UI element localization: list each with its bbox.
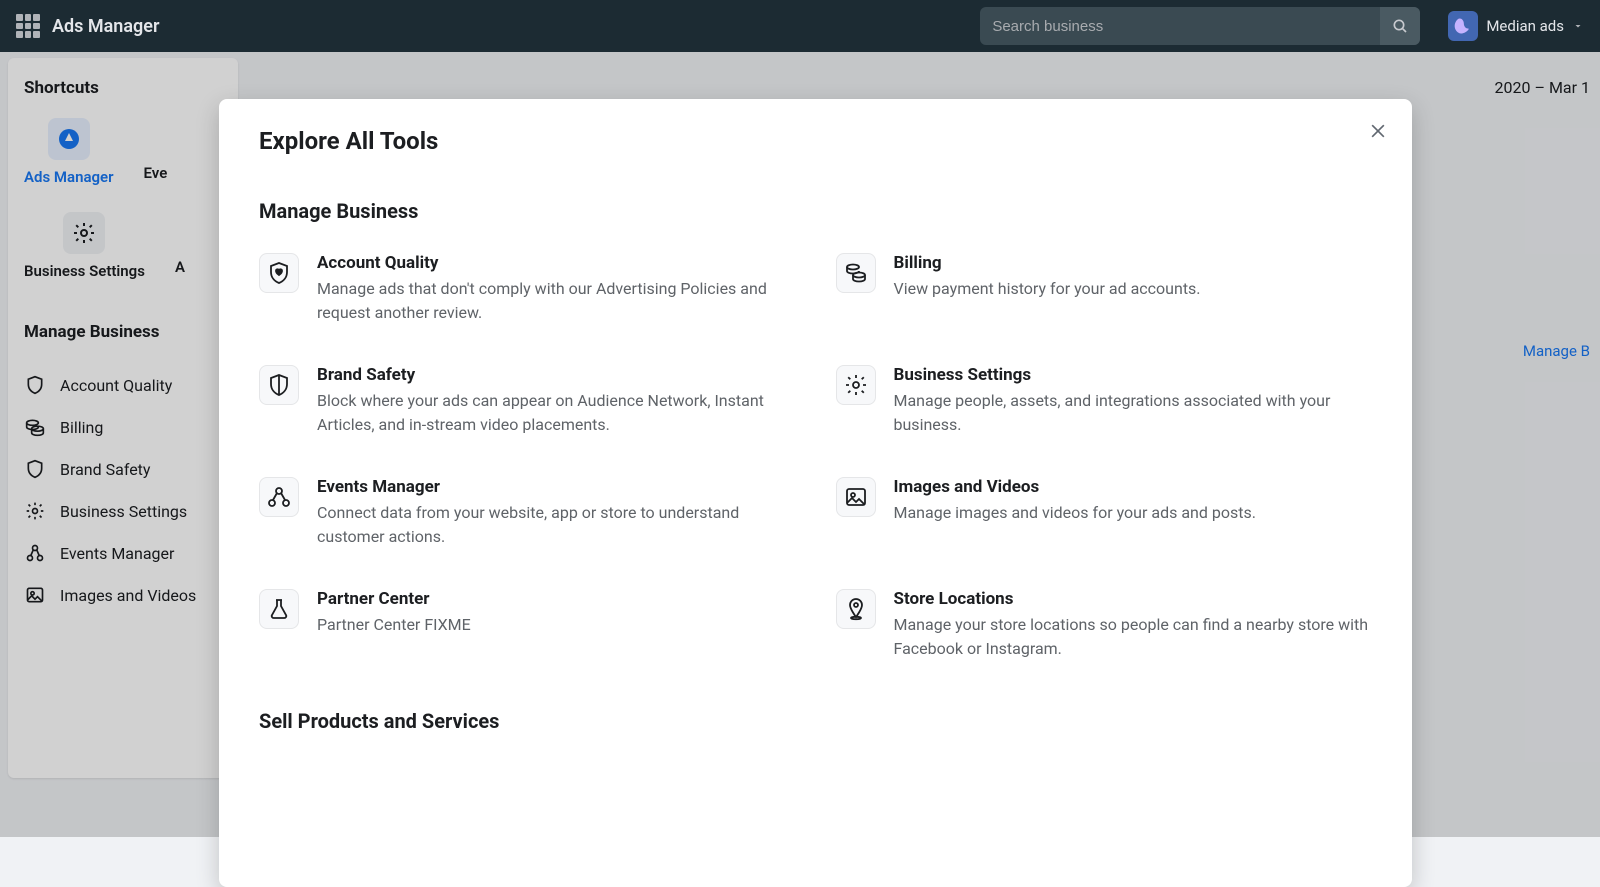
tool-desc: Connect data from your website, app or s… bbox=[317, 501, 796, 549]
apps-menu-icon[interactable] bbox=[16, 14, 40, 38]
tool-business-settings[interactable]: Business Settings Manage people, assets, … bbox=[836, 365, 1373, 437]
close-icon bbox=[1368, 121, 1388, 141]
tool-desc: Block where your ads can appear on Audie… bbox=[317, 389, 796, 437]
shield-icon bbox=[259, 365, 299, 405]
tool-images-videos[interactable]: Images and Videos Manage images and video… bbox=[836, 477, 1373, 549]
image-icon bbox=[836, 477, 876, 517]
tool-billing[interactable]: Billing View payment history for your ad … bbox=[836, 253, 1373, 325]
tool-desc: Manage your store locations so people ca… bbox=[894, 613, 1373, 661]
tool-title: Events Manager bbox=[317, 477, 796, 497]
search-icon bbox=[1392, 18, 1408, 34]
explore-tools-modal: Explore All Tools Manage Business Accoun… bbox=[219, 99, 1412, 887]
coins-icon bbox=[836, 253, 876, 293]
account-avatar-icon bbox=[1448, 11, 1478, 41]
top-bar: Ads Manager Median ads bbox=[0, 0, 1600, 52]
tool-desc: Partner Center FIXME bbox=[317, 613, 796, 637]
tool-title: Brand Safety bbox=[317, 365, 796, 385]
tool-title: Store Locations bbox=[894, 589, 1373, 609]
tool-title: Account Quality bbox=[317, 253, 796, 273]
tool-title: Partner Center bbox=[317, 589, 796, 609]
search-input[interactable] bbox=[980, 18, 1380, 35]
chevron-down-icon bbox=[1572, 20, 1584, 32]
close-button[interactable] bbox=[1364, 117, 1392, 145]
account-switcher[interactable]: Median ads bbox=[1448, 11, 1584, 41]
tool-desc: View payment history for your ad account… bbox=[894, 277, 1373, 301]
tools-grid: Account Quality Manage ads that don't com… bbox=[259, 253, 1372, 661]
tool-title: Business Settings bbox=[894, 365, 1373, 385]
account-name: Median ads bbox=[1486, 17, 1564, 35]
section-manage-business: Manage Business bbox=[259, 199, 1372, 223]
section-sell-products: Sell Products and Services bbox=[259, 709, 1372, 733]
search-container bbox=[980, 7, 1420, 45]
tool-brand-safety[interactable]: Brand Safety Block where your ads can app… bbox=[259, 365, 796, 437]
search-button[interactable] bbox=[1380, 7, 1420, 45]
tool-desc: Manage images and videos for your ads an… bbox=[894, 501, 1373, 525]
tool-title: Billing bbox=[894, 253, 1373, 273]
tool-store-locations[interactable]: Store Locations Manage your store locatio… bbox=[836, 589, 1373, 661]
tool-partner-center[interactable]: Partner Center Partner Center FIXME bbox=[259, 589, 796, 661]
tool-desc: Manage ads that don't comply with our Ad… bbox=[317, 277, 796, 325]
tool-events-manager[interactable]: Events Manager Connect data from your web… bbox=[259, 477, 796, 549]
flask-icon bbox=[259, 589, 299, 629]
nodes-icon bbox=[259, 477, 299, 517]
shield-heart-icon bbox=[259, 253, 299, 293]
modal-title: Explore All Tools bbox=[259, 127, 1372, 155]
gear-icon bbox=[836, 365, 876, 405]
tool-account-quality[interactable]: Account Quality Manage ads that don't com… bbox=[259, 253, 796, 325]
tool-desc: Manage people, assets, and integrations … bbox=[894, 389, 1373, 437]
tool-title: Images and Videos bbox=[894, 477, 1373, 497]
app-title: Ads Manager bbox=[52, 16, 159, 37]
pin-icon bbox=[836, 589, 876, 629]
background-content: Shortcuts Ads Manager Eve Business Setti… bbox=[0, 52, 1600, 837]
